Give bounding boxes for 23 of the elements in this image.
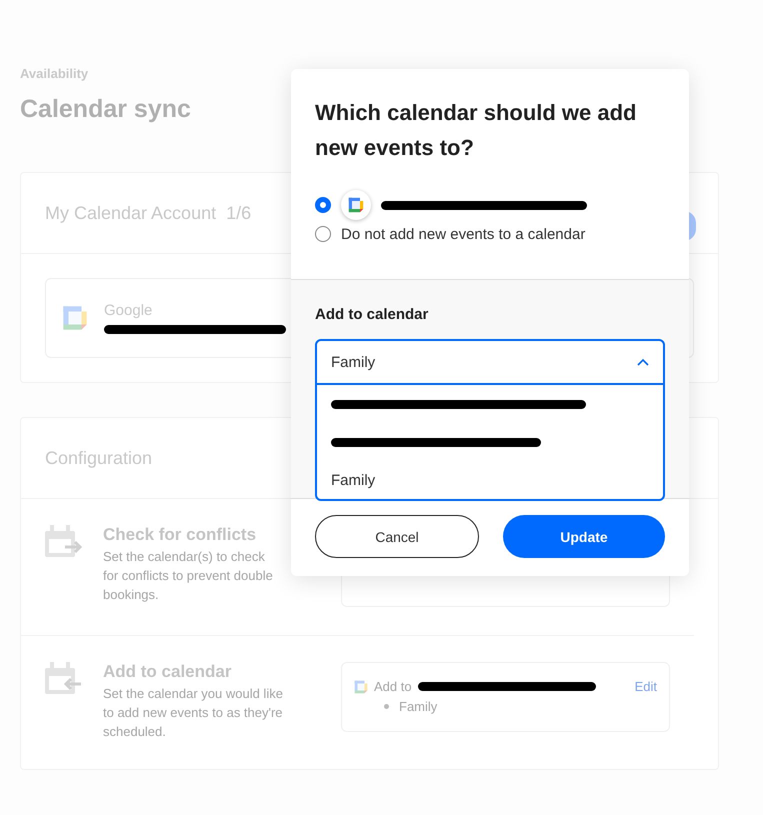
calendar-logo-icon xyxy=(62,305,88,331)
dialog-title: Which calendar should we add new events to? xyxy=(315,99,638,162)
calendar-logo-icon xyxy=(348,197,364,213)
chevron-up-icon xyxy=(637,358,649,366)
setting-title: Add to calendar xyxy=(103,662,232,682)
update-button[interactable]: Update xyxy=(503,515,665,558)
setting-description: Set the calendar(s) to check for conflicts to prevent double bookings. xyxy=(103,548,274,604)
setting-description: Set the calendar you would like to add new events to as they're scheduled. xyxy=(103,685,283,741)
calendar-list-item: Family xyxy=(399,698,438,715)
bullet-icon xyxy=(384,704,389,709)
radio-button[interactable] xyxy=(315,197,331,213)
calendar-select[interactable]: Family Family xyxy=(315,339,665,501)
dropdown-option[interactable]: Family xyxy=(317,461,663,499)
option-label: Do not add new events to a calendar xyxy=(341,226,586,242)
field-label: Add to calendar xyxy=(315,306,430,323)
radio-button[interactable] xyxy=(315,226,331,242)
setting-title: Check for conflicts xyxy=(103,525,258,545)
calendar-logo-icon xyxy=(354,680,368,694)
cancel-button[interactable]: Cancel xyxy=(315,515,479,558)
summary-text: Add to xyxy=(374,679,412,694)
page-title: Calendar sync xyxy=(20,95,191,124)
select-value: Family xyxy=(331,354,376,370)
calendar-arrow-right-icon xyxy=(45,525,85,559)
